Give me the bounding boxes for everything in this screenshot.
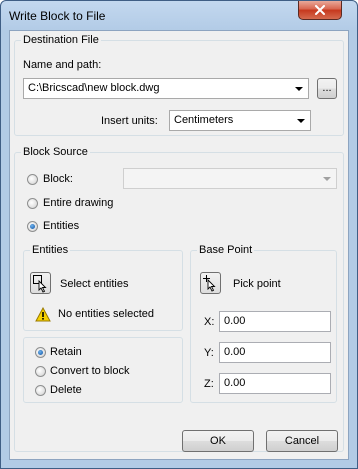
entities-group-title: Entities (30, 244, 71, 256)
pick-point-icon (203, 275, 216, 292)
chevron-down-icon (297, 119, 305, 123)
cancel-label: Cancel (284, 435, 320, 447)
z-label: Z: (204, 378, 214, 390)
base-point-title: Base Point (197, 244, 255, 256)
z-value: 0.00 (224, 377, 246, 389)
pick-point-label: Pick point (233, 278, 281, 290)
block-name-combobox (123, 168, 337, 189)
chevron-down-icon (295, 87, 303, 91)
destination-file-title: Destination File (21, 34, 101, 46)
entire-drawing-label[interactable]: Entire drawing (43, 197, 113, 210)
insert-units-label: Insert units: (101, 115, 158, 127)
x-coordinate-input[interactable]: 0.00 (219, 311, 331, 332)
window-title: Write Block to File (9, 9, 106, 23)
entities-status-text: No entities selected (58, 308, 154, 320)
convert-to-block-radio-circle[interactable] (35, 366, 46, 377)
pick-point-button[interactable] (200, 272, 221, 294)
base-point-group: Base Point Pick point X: 0.00 Y: 0.00 Z: (190, 244, 337, 403)
block-source-group: Block Source Block: Entire drawing Entit… (14, 146, 344, 452)
select-entities-label: Select entities (60, 278, 129, 290)
close-button[interactable] (298, 1, 342, 20)
select-cursor-icon (33, 275, 47, 293)
delete-label[interactable]: Delete (50, 384, 82, 397)
z-coordinate-input[interactable]: 0.00 (219, 373, 331, 394)
select-entities-button[interactable] (30, 272, 51, 294)
destination-file-group: Destination File Name and path: C:\Brics… (14, 34, 344, 136)
close-icon (315, 5, 325, 15)
block-radio-label[interactable]: Block: (43, 173, 73, 186)
warning-icon (35, 307, 51, 322)
ok-button[interactable]: OK (182, 430, 254, 452)
entity-mode-group: Retain Convert to block Delete (23, 337, 183, 403)
delete-radio-circle[interactable] (35, 385, 46, 396)
x-label: X: (204, 316, 215, 328)
dialog-window: Write Block to File Destination File Nam… (0, 0, 358, 469)
y-coordinate-input[interactable]: 0.00 (219, 342, 331, 363)
dialog-body: Destination File Name and path: C:\Brics… (9, 30, 349, 460)
y-value: 0.00 (224, 346, 246, 358)
block-radio-circle[interactable] (27, 174, 38, 185)
block-source-title: Block Source (21, 146, 90, 158)
entities-group: Entities Select entities No entities sel… (23, 244, 183, 331)
name-and-path-label: Name and path: (23, 59, 102, 71)
insert-units-select[interactable]: Centimeters (169, 110, 311, 131)
y-label: Y: (204, 347, 214, 359)
entities-radio-label[interactable]: Entities (43, 220, 79, 233)
retain-radio-circle[interactable] (35, 347, 46, 358)
browse-button[interactable]: ... (317, 78, 337, 99)
insert-units-value: Centimeters (174, 114, 234, 126)
chevron-down-icon (323, 177, 331, 181)
ok-label: OK (210, 435, 226, 447)
convert-to-block-label[interactable]: Convert to block (50, 365, 129, 378)
cancel-button[interactable]: Cancel (266, 430, 338, 452)
entities-radio-circle[interactable] (27, 221, 38, 232)
path-combobox[interactable]: C:\Bricscad\new block.dwg (23, 78, 309, 99)
browse-label: ... (322, 82, 332, 94)
entire-drawing-radio-circle[interactable] (27, 198, 38, 209)
title-bar[interactable]: Write Block to File (1, 1, 357, 29)
retain-label[interactable]: Retain (50, 346, 82, 359)
x-value: 0.00 (224, 315, 246, 327)
path-value: C:\Bricscad\new block.dwg (28, 82, 160, 94)
